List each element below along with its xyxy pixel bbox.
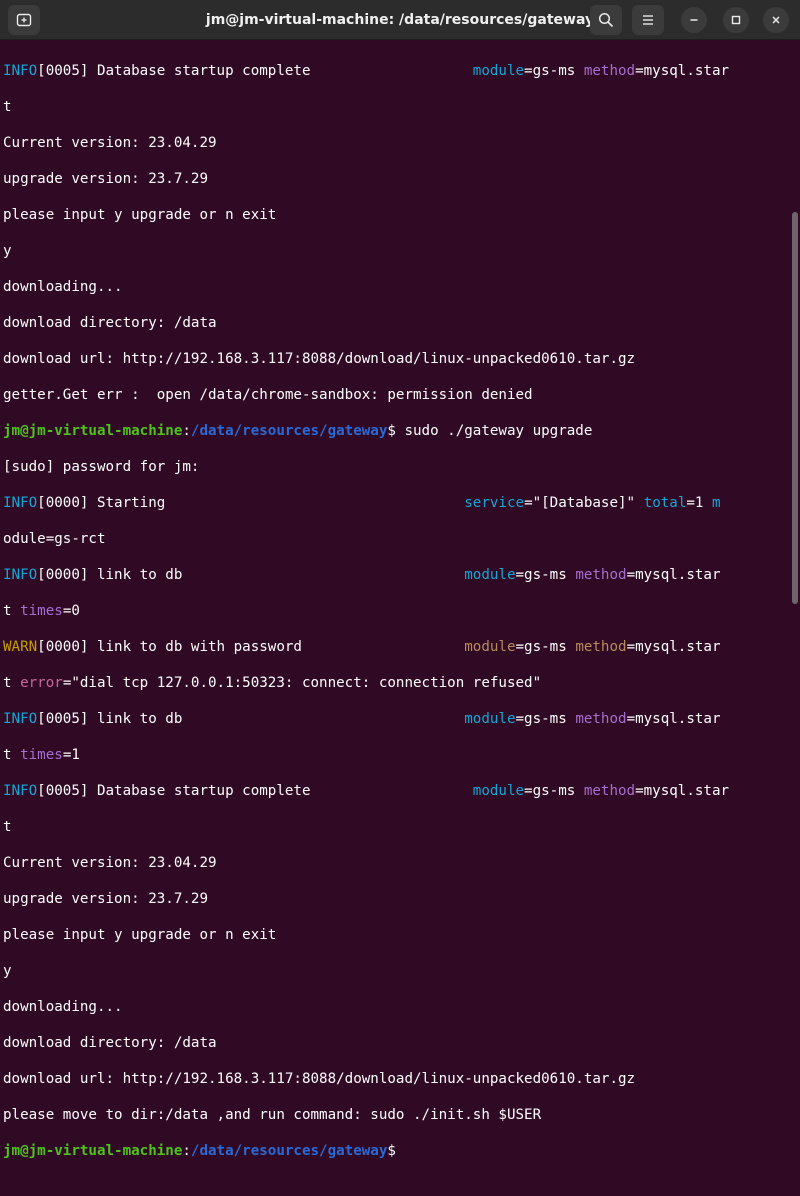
log-line: INFO[0005] Database startup complete mod… (3, 783, 730, 799)
menu-button[interactable] (632, 5, 664, 35)
minimize-button[interactable] (681, 7, 707, 33)
log-line: INFO[0000] Starting service="[Database]"… (3, 495, 721, 511)
log-line: download directory: /data (3, 1035, 217, 1051)
log-line: y (3, 963, 12, 979)
log-line: please input y upgrade or n exit (3, 207, 277, 223)
log-line: y (3, 243, 12, 259)
minimize-icon (690, 19, 698, 21)
log-line: download directory: /data (3, 315, 217, 331)
log-line: upgrade version: 23.7.29 (3, 891, 208, 907)
log-line: t (3, 819, 12, 835)
close-icon (772, 16, 780, 24)
log-line: INFO[0005] Database startup complete mod… (3, 63, 730, 79)
log-line: download url: http://192.168.3.117:8088/… (3, 1071, 636, 1087)
log-line: download url: http://192.168.3.117:8088/… (3, 351, 636, 367)
log-line: getter.Get err : open /data/chrome-sandb… (3, 387, 533, 403)
prompt-user: jm@jm-virtual-machine (3, 1143, 183, 1159)
log-line: Current version: 23.04.29 (3, 855, 217, 871)
prompt-path: /data/resources/gateway (190, 1143, 388, 1159)
title-bar: jm@jm-virtual-machine: /data/resources/g… (0, 0, 800, 40)
log-line: [sudo] password for jm: (3, 459, 200, 475)
log-line: please move to dir:/data ,and run comman… (3, 1107, 542, 1123)
shell-prompt-line: jm@jm-virtual-machine:/data/resources/ga… (3, 1143, 396, 1159)
log-line: downloading... (3, 999, 123, 1015)
prompt-path: /data/resources/gateway (190, 423, 388, 439)
log-line: upgrade version: 23.7.29 (3, 171, 208, 187)
hamburger-menu-icon (643, 15, 653, 25)
window-title: jm@jm-virtual-machine: /data/resources/g… (205, 12, 595, 28)
log-line: t (3, 99, 12, 115)
log-line: t times=1 (3, 747, 80, 763)
close-button[interactable] (763, 7, 789, 33)
log-line: t times=0 (3, 603, 80, 619)
log-line: Current version: 23.04.29 (3, 135, 217, 151)
terminal-output[interactable]: INFO[0005] Database startup complete mod… (3, 44, 786, 1159)
log-line: downloading... (3, 279, 123, 295)
log-line: please input y upgrade or n exit (3, 927, 277, 943)
scrollbar[interactable] (792, 212, 798, 604)
log-line: t error="dial tcp 127.0.0.1:50323: conne… (3, 675, 542, 691)
log-line: WARN[0000] link to db with password modu… (3, 639, 721, 655)
prompt-user: jm@jm-virtual-machine (3, 423, 183, 439)
search-icon (598, 12, 614, 28)
log-line: INFO[0000] link to db module=gs-ms metho… (3, 567, 721, 583)
terminal-window: jm@jm-virtual-machine: /data/resources/g… (0, 0, 800, 1159)
search-button[interactable] (590, 5, 622, 35)
maximize-button[interactable] (723, 7, 749, 33)
maximize-icon (731, 15, 741, 25)
log-line: INFO[0005] link to db module=gs-ms metho… (3, 711, 721, 727)
shell-prompt-line: jm@jm-virtual-machine:/data/resources/ga… (3, 423, 593, 439)
log-line: odule=gs-rct (3, 531, 106, 547)
